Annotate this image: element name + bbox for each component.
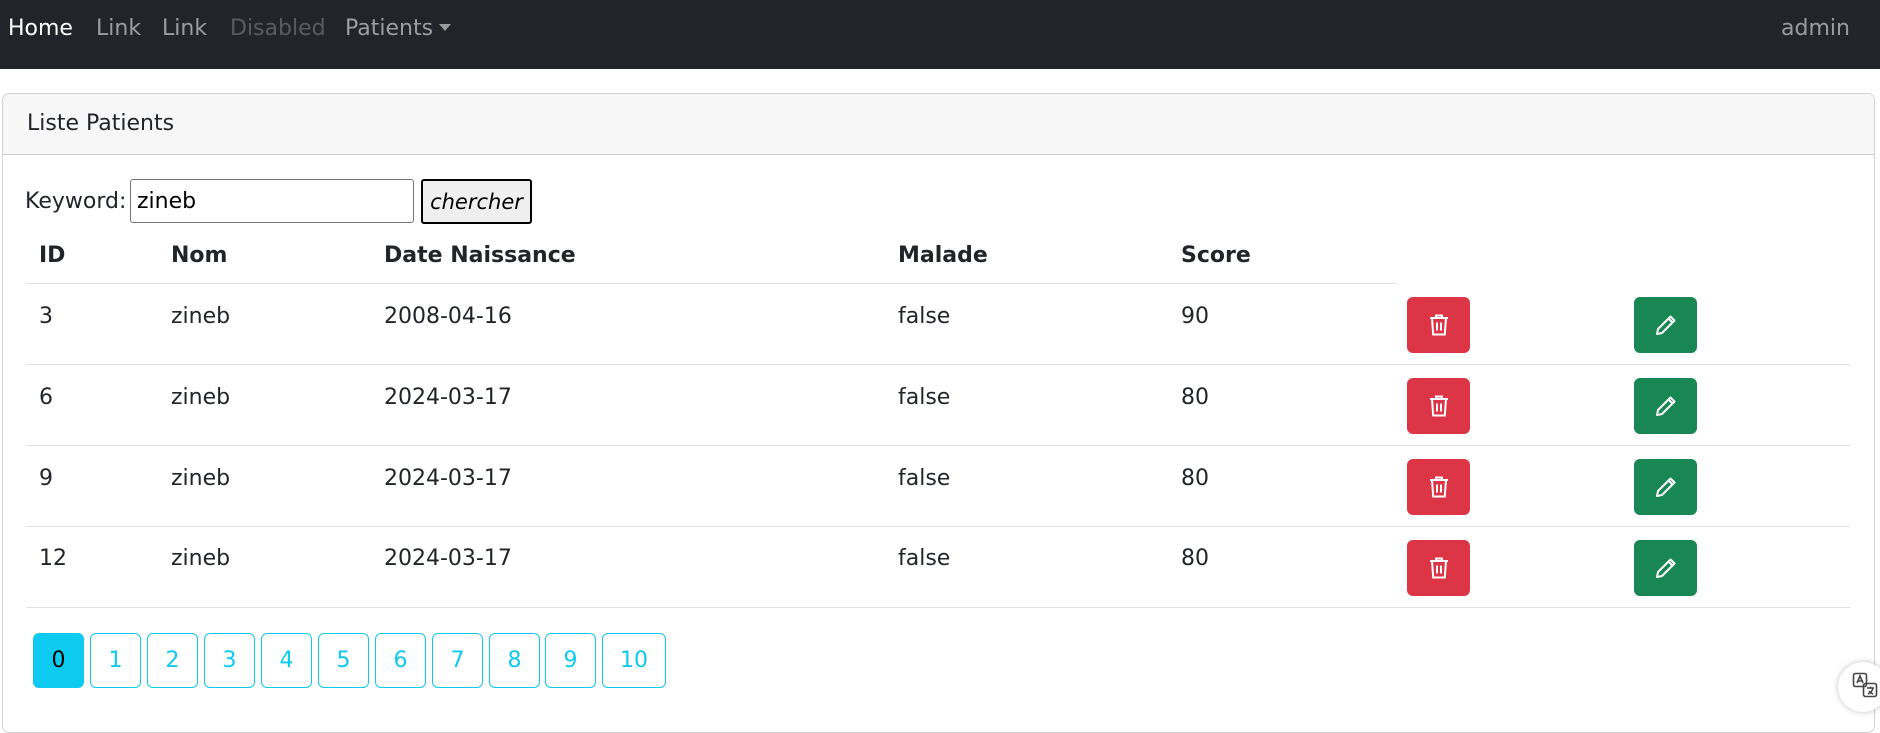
edit-button[interactable] [1634,540,1697,596]
nav-home-link[interactable]: Home [8,14,73,44]
cell-score: 80 [1181,385,1209,410]
page-button-5[interactable]: 5 [318,633,369,688]
cell-date: 2008-04-16 [384,304,512,329]
trash-icon [1429,476,1448,498]
chevron-down-icon [439,23,452,31]
page-button-2[interactable]: 2 [147,633,198,688]
nav-patients-dropdown[interactable]: Patients [345,14,452,44]
column-header-id: ID [39,243,66,268]
page-button-1[interactable]: 1 [90,633,141,688]
cell-malade: false [898,466,951,491]
delete-button[interactable] [1407,297,1470,353]
page-button-8[interactable]: 8 [489,633,540,688]
cell-score: 80 [1181,466,1209,491]
cell-id: 3 [39,304,53,329]
pencil-icon [1655,558,1675,578]
top-navbar: Home Link Link Disabled Patients admin [0,0,1880,69]
page-button-3[interactable]: 3 [204,633,255,688]
row-divider [26,445,1850,446]
nav-user-menu[interactable]: admin [1781,14,1850,44]
trash-icon [1429,314,1448,336]
translate-widget[interactable] [1838,662,1880,712]
pencil-icon [1655,315,1675,335]
cell-id: 6 [39,385,53,410]
cell-malade: false [898,304,951,329]
cell-malade: false [898,385,951,410]
cell-nom: zineb [171,466,231,491]
row-divider [26,364,1850,365]
row-divider [26,526,1850,527]
cell-nom: zineb [171,385,231,410]
nav-patients-label: Patients [345,16,434,41]
page-button-0[interactable]: 0 [33,633,84,688]
column-header-malade: Malade [898,243,988,268]
cell-score: 80 [1181,546,1209,571]
pencil-icon [1655,396,1675,416]
edit-button[interactable] [1634,459,1697,515]
cell-date: 2024-03-17 [384,546,512,571]
nav-disabled-link: Disabled [230,16,326,41]
table-header-divider [26,283,1397,284]
cell-nom: zineb [171,546,231,571]
column-header-date: Date Naissance [384,243,576,268]
cell-nom: zineb [171,304,231,329]
edit-button[interactable] [1634,297,1697,353]
edit-button[interactable] [1634,378,1697,434]
cell-score: 90 [1181,304,1209,329]
trash-icon [1429,395,1448,417]
page-button-6[interactable]: 6 [375,633,426,688]
card-title: Liste Patients [27,111,175,136]
cell-malade: false [898,546,951,571]
cell-date: 2024-03-17 [384,466,512,491]
page-button-7[interactable]: 7 [432,633,483,688]
card-header: Liste Patients [3,94,1874,155]
translate-icon [1852,672,1878,698]
column-header-score: Score [1181,243,1251,268]
nav-link-1[interactable]: Link [96,14,141,44]
keyword-input[interactable] [130,179,414,223]
pencil-icon [1655,477,1675,497]
column-header-nom: Nom [171,243,228,268]
nav-link-2[interactable]: Link [162,14,207,44]
cell-date: 2024-03-17 [384,385,512,410]
delete-button[interactable] [1407,540,1470,596]
cell-id: 12 [39,546,67,571]
keyword-label: Keyword: [25,189,127,214]
page-button-4[interactable]: 4 [261,633,312,688]
trash-icon [1429,557,1448,579]
row-divider [26,607,1850,608]
page-button-9[interactable]: 9 [545,633,596,688]
cell-id: 9 [39,466,53,491]
search-button[interactable]: chercher [421,179,532,224]
delete-button[interactable] [1407,459,1470,515]
page-button-10[interactable]: 10 [602,633,666,688]
delete-button[interactable] [1407,378,1470,434]
